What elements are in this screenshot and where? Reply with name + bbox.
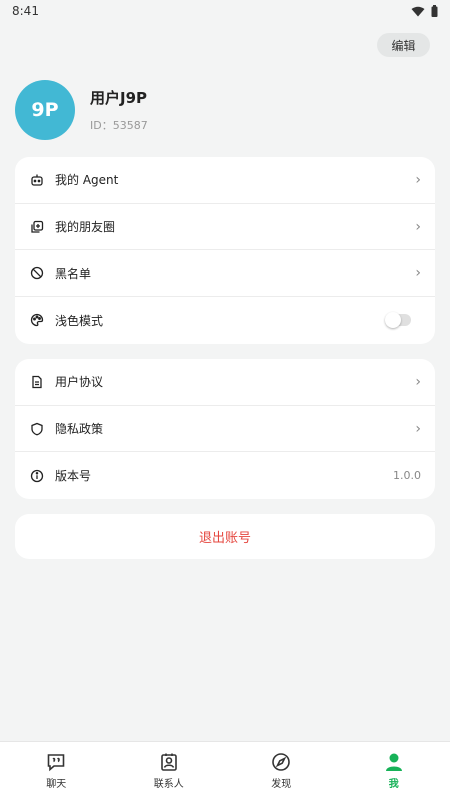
menu-item-label: 用户协议 [55,375,104,390]
nav-tab-me[interactable]: 我 [338,742,450,800]
chat-icon [47,754,65,772]
menu-item-version: 版本号 1.0.0 [15,452,435,499]
edit-button[interactable]: 编辑 [377,33,430,57]
toggle-knob [385,312,401,329]
compass-icon [272,753,291,771]
nav-label: 发现 [271,779,292,790]
user-id: ID：53587 [90,119,148,132]
contacts-icon [160,753,177,771]
robot-icon [29,172,45,188]
nav-tab-contacts[interactable]: 联系人 [113,742,226,800]
menu-item-label: 黑名单 [55,266,92,281]
menu-item-light-mode[interactable]: 浅色模式 [15,297,435,344]
chevron-right-icon: › [415,218,421,235]
nav-tab-discover[interactable]: 发现 [225,742,338,800]
menu-item-label: 我的朋友圈 [55,220,116,235]
chevron-right-icon: › [415,373,421,390]
logout-button[interactable]: 退出账号 [15,514,435,559]
battery-icon [431,5,438,17]
nav-tab-chat[interactable]: 聊天 [0,742,113,800]
nav-label: 联系人 [153,779,184,790]
menu-item-blacklist[interactable]: 黑名单 › [15,250,435,298]
version-value: 1.0.0 [393,469,421,483]
settings-card-1: 我的 Agent › 我的朋友圈 › 黑名单 › 浅色模式 [15,157,435,344]
document-icon [29,374,45,390]
shield-icon [29,421,45,437]
block-icon [29,265,45,281]
moments-icon [29,219,45,235]
menu-item-label: 版本号 [55,469,92,484]
status-bar: 8:41 [0,0,450,22]
bottom-nav: 聊天 联系人 发现 我 [0,741,450,800]
nav-label: 聊天 [46,779,67,790]
user-name: 用户J9P [90,89,148,107]
chevron-right-icon: › [415,171,421,188]
palette-icon [29,312,45,328]
info-icon [29,468,45,484]
status-time: 8:41 [12,4,39,18]
chevron-right-icon: › [415,420,421,437]
person-icon [385,753,402,771]
chevron-right-icon: › [415,265,421,282]
menu-item-user-agreement[interactable]: 用户协议 › [15,359,435,406]
menu-item-my-agent[interactable]: 我的 Agent › [15,157,435,204]
menu-item-label: 浅色模式 [55,313,104,328]
nav-label: 我 [388,779,399,790]
profile-header: 9P 用户J9P ID：53587 [15,80,148,140]
avatar[interactable]: 9P [15,80,75,140]
settings-card-2: 用户协议 › 隐私政策 › 版本号 1.0.0 [15,359,435,499]
menu-item-privacy-policy[interactable]: 隐私政策 › [15,406,435,453]
menu-item-label: 我的 Agent [55,173,119,188]
menu-item-moments[interactable]: 我的朋友圈 › [15,204,435,251]
wifi-icon [411,6,425,16]
menu-item-label: 隐私政策 [55,422,104,437]
light-mode-toggle[interactable] [385,312,411,329]
